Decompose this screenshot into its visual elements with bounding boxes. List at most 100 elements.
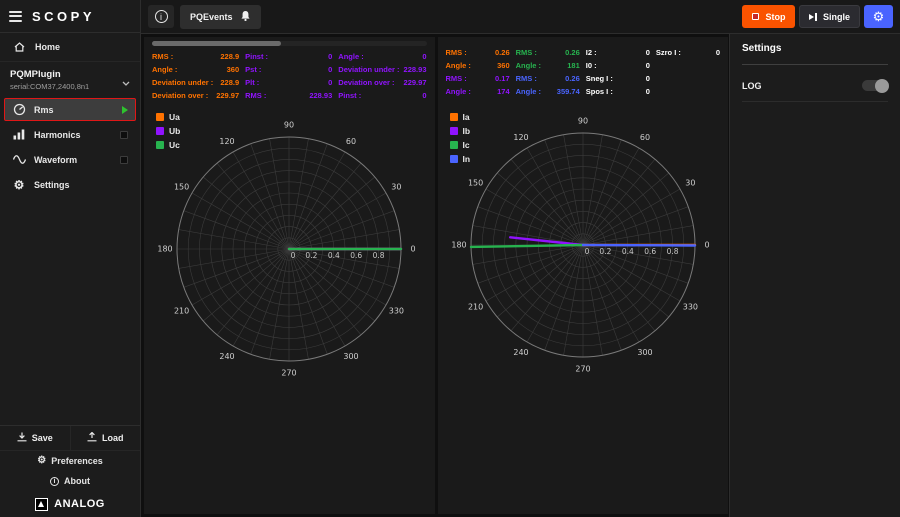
svg-text:60: 60 (640, 133, 650, 142)
gear-icon: ⚙ (873, 9, 885, 25)
sidebar-item-settings[interactable]: ⚙ Settings (4, 173, 136, 196)
log-toggle[interactable] (862, 80, 888, 91)
legend-item: Ia (450, 112, 471, 122)
play-icon[interactable] (122, 106, 128, 114)
stop-button[interactable]: Stop (742, 5, 795, 28)
svg-text:0: 0 (411, 245, 416, 254)
main-area: i PQEvents Stop Single ⚙ (141, 0, 900, 517)
svg-text:0.6: 0.6 (644, 247, 656, 256)
tool-label: Harmonics (34, 130, 81, 140)
stop-indicator-icon[interactable] (120, 156, 128, 164)
sidebar-item-rms[interactable]: Rms (4, 98, 136, 121)
settings-panel: Settings LOG (729, 34, 900, 517)
table-cell: Deviation over :229.97 (338, 76, 426, 88)
info-icon: i (50, 477, 59, 486)
scrollbar-thumb[interactable] (152, 41, 281, 46)
svg-text:270: 270 (282, 369, 297, 378)
table-cell: Angle :181 (516, 59, 580, 71)
svg-text:180: 180 (451, 241, 466, 250)
legend-swatch-icon (156, 141, 164, 149)
svg-text:240: 240 (220, 352, 235, 361)
table-cell: Angle :360 (446, 59, 510, 71)
info-button[interactable]: i (148, 5, 174, 28)
table-cell: RMS :0.26 (516, 46, 580, 58)
legend-item: In (450, 154, 471, 164)
adi-logo-icon (35, 498, 48, 511)
svg-text:0.8: 0.8 (373, 251, 385, 260)
hamburger-menu-icon[interactable] (9, 11, 22, 22)
tool-label: Waveform (34, 155, 77, 165)
topbar: i PQEvents Stop Single ⚙ (141, 0, 900, 34)
run-controls: Stop Single ⚙ (742, 5, 893, 28)
save-icon (17, 432, 27, 444)
legend-item: Ib (450, 126, 471, 136)
svg-text:0.2: 0.2 (599, 247, 611, 256)
home-icon (12, 42, 26, 52)
current-legend: Ia Ib Ic In (450, 112, 471, 164)
settings-gear-button[interactable]: ⚙ (864, 5, 893, 28)
legend-label: Ub (169, 126, 180, 136)
table-cell: Deviation under :228.9 (152, 76, 239, 88)
preferences-button[interactable]: ⚙ Preferences (0, 451, 140, 471)
home-label: Home (35, 42, 60, 52)
tab-pqevents[interactable]: PQEvents (180, 5, 261, 29)
app-logo: SCOPY (32, 9, 95, 24)
legend-swatch-icon (450, 127, 458, 135)
table-cell: RMS :228.9 (152, 50, 239, 62)
table-cell: Deviation over :229.97 (152, 89, 239, 101)
table-scrollbar[interactable] (152, 41, 427, 46)
table-cell: Angle :359.74 (516, 85, 580, 97)
svg-text:0.6: 0.6 (350, 251, 362, 260)
stop-label: Stop (765, 12, 785, 22)
log-row: LOG (742, 80, 888, 102)
info-icon: i (155, 10, 168, 23)
sidebar-header: SCOPY (0, 0, 140, 33)
svg-text:210: 210 (468, 303, 483, 312)
legend-label: Ic (463, 140, 470, 150)
svg-text:120: 120 (513, 133, 528, 142)
tool-label: Rms (34, 105, 54, 115)
svg-text:300: 300 (344, 352, 359, 361)
svg-text:330: 330 (389, 307, 404, 316)
sidebar-item-harmonics[interactable]: Harmonics (4, 123, 136, 146)
settings-title: Settings (742, 43, 888, 65)
svg-text:90: 90 (578, 117, 588, 126)
legend-swatch-icon (450, 155, 458, 163)
load-label: Load (102, 433, 124, 443)
stop-indicator-icon[interactable] (120, 131, 128, 139)
svg-text:150: 150 (468, 179, 483, 188)
toggle-knob[interactable] (875, 79, 889, 93)
save-button[interactable]: Save (0, 426, 70, 450)
voltage-panel: RMS :228.9Pinst :0Angle :0Angle :360Pst … (144, 37, 435, 514)
table-cell: I0 :0 (586, 59, 650, 71)
table-cell (656, 59, 720, 71)
voltage-values-table: RMS :228.9Pinst :0Angle :0Angle :360Pst … (144, 48, 435, 105)
table-cell: I2 :0 (586, 46, 650, 58)
svg-text:180: 180 (158, 245, 173, 254)
legend-label: Ia (463, 112, 470, 122)
legend-item: Ic (450, 140, 471, 150)
waveform-sine-icon (12, 154, 26, 165)
gear-icon: ⚙ (12, 179, 26, 191)
legend-swatch-icon (450, 113, 458, 121)
legend-item: Uc (156, 140, 180, 150)
chevron-down-icon (122, 73, 130, 91)
legend-swatch-icon (156, 113, 164, 121)
plugin-subtitle: serial:COM37,2400,8n1 (10, 82, 130, 91)
sidebar-item-home[interactable]: Home (0, 33, 140, 62)
table-cell: Angle :360 (152, 63, 239, 75)
single-button[interactable]: Single (799, 5, 860, 28)
table-cell (656, 85, 720, 97)
plugin-header[interactable]: PQMPlugin serial:COM37,2400,8n1 (0, 62, 140, 97)
scopy-app: SCOPY Home PQMPlugin serial:COM37,2400,8… (0, 0, 900, 517)
sidebar-item-waveform[interactable]: Waveform (4, 148, 136, 171)
svg-text:0: 0 (584, 247, 589, 256)
about-button[interactable]: i About (0, 471, 140, 491)
table-cell: Angle :0 (338, 50, 426, 62)
svg-text:300: 300 (637, 348, 652, 357)
sidebar: SCOPY Home PQMPlugin serial:COM37,2400,8… (0, 0, 141, 517)
load-button[interactable]: Load (70, 426, 141, 450)
about-label: About (64, 476, 90, 486)
table-cell: RMS :0.26 (516, 72, 580, 84)
preferences-label: Preferences (51, 456, 103, 466)
